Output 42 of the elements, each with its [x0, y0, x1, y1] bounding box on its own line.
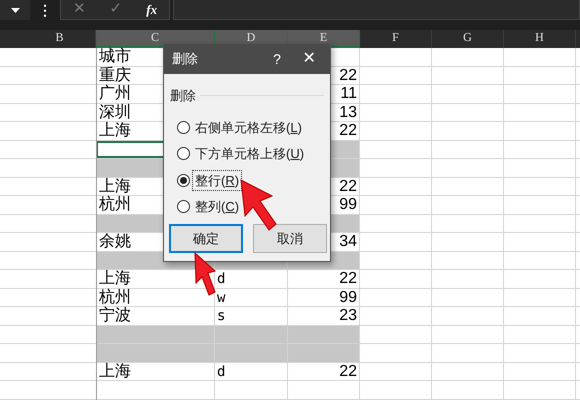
ok-button[interactable]: 确定: [169, 224, 243, 253]
table-cell-text: 上海: [98, 362, 131, 380]
table-cell-text: 杭州: [98, 196, 131, 214]
close-button[interactable]: ✕: [292, 47, 326, 71]
more-menu-button[interactable]: ⋮: [30, 0, 60, 20]
table-cell-text: d: [216, 270, 226, 288]
option-label[interactable]: 整行(R): [193, 170, 242, 190]
table-cell-text: 杭州: [98, 288, 131, 306]
option-label[interactable]: 整列(C): [193, 197, 242, 216]
table-cell-text: 重庆: [98, 66, 131, 84]
option-label[interactable]: 下方单元格上移(U): [193, 144, 306, 164]
insert-function-button[interactable]: fx: [146, 0, 158, 20]
table-cell-text: 上海: [98, 270, 131, 288]
table-cell-text: 宁波: [98, 307, 131, 324]
column-header[interactable]: G: [432, 30, 504, 48]
table-cell-text: 13: [339, 104, 358, 121]
table-cell-text: 上海: [98, 122, 131, 140]
table-cell-text: w: [216, 288, 226, 306]
table-cell-text: 99: [339, 196, 358, 214]
table-cell-text: 深圳: [98, 104, 131, 121]
column-header[interactable]: F: [360, 30, 432, 48]
option-label[interactable]: 右侧单元格左移(L): [193, 118, 304, 137]
table-cell-text: 34: [339, 233, 358, 250]
table-cell-text: 城市: [98, 48, 131, 66]
table-cell-text: 23: [339, 307, 358, 324]
table-cell-text: d: [216, 362, 226, 380]
window-title: 删除: [172, 50, 199, 68]
table-cell-text: 22: [339, 66, 358, 84]
group-label: 删除: [170, 87, 196, 105]
cancel-button[interactable]: 取消: [253, 224, 327, 253]
table-cell-text: 22: [339, 178, 358, 195]
help-button[interactable]: ?: [262, 48, 292, 70]
table-cell-text: 22: [339, 362, 358, 380]
table-cell-text: 99: [339, 288, 358, 306]
table-cell-text: 11: [340, 85, 358, 102]
table-cell-text: 22: [339, 270, 358, 288]
table-cell-text: 上海: [98, 178, 131, 195]
column-header[interactable]: H: [504, 30, 576, 48]
table-cell-text: 余姚: [98, 233, 131, 250]
table-cell-text: 广州: [98, 85, 131, 102]
table-cell-text: s: [216, 307, 226, 324]
table-cell-text: 22: [339, 122, 358, 140]
